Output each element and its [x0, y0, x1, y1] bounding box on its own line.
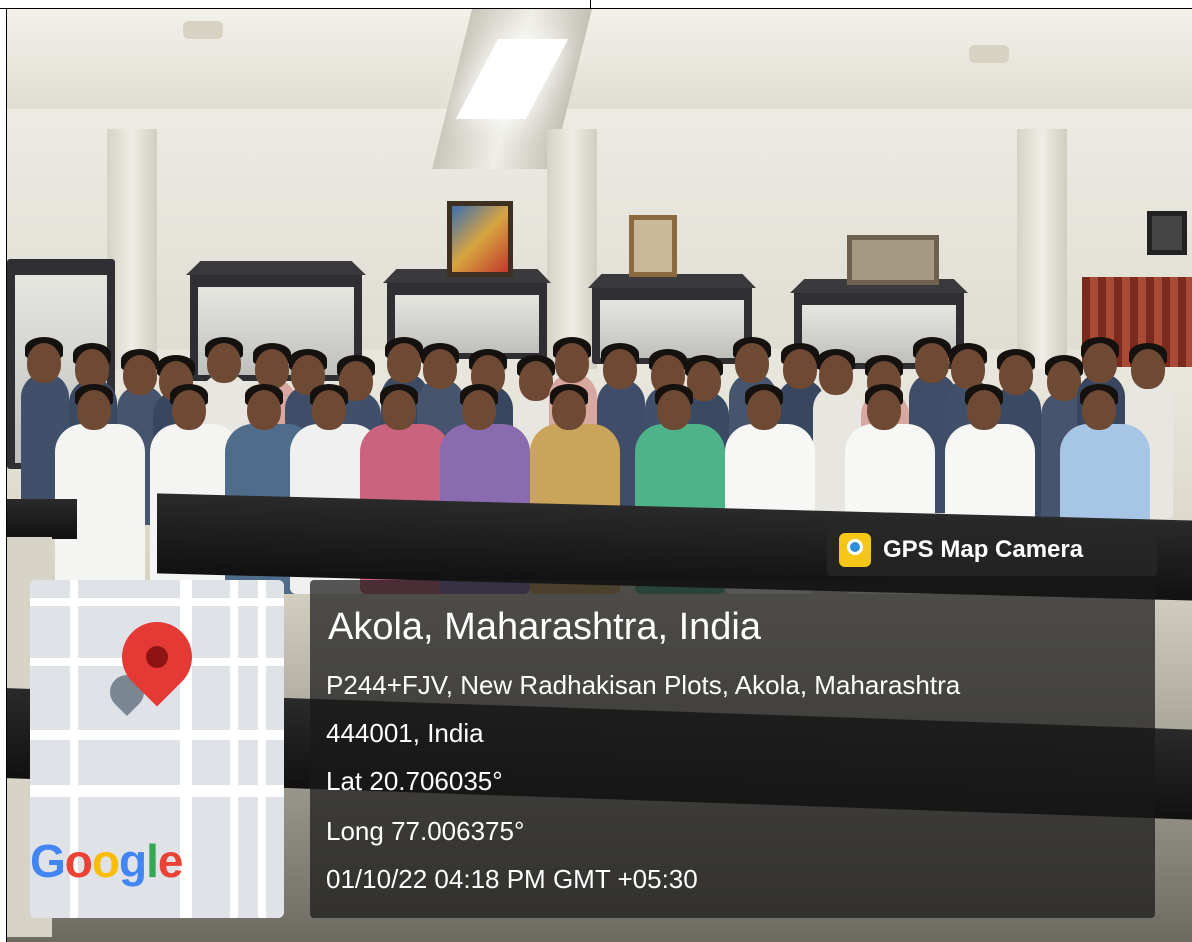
ceiling-fan-right [969, 45, 1009, 63]
longitude: Long 77.006375° [326, 816, 525, 846]
lab-bench-left [7, 499, 77, 539]
document-border-tick [590, 0, 591, 9]
google-logo: Google [30, 835, 183, 887]
address-line-2: 444001, India [326, 718, 484, 748]
location-info-panel: Akola, Maharashtra, India P244+FJV, New … [310, 580, 1155, 918]
ceiling-fan-left [183, 21, 223, 39]
address-line-1: P244+FJV, New Radhakisan Plots, Akola, M… [326, 670, 961, 700]
wall-clock [1147, 211, 1187, 255]
gps-map-camera-icon [839, 533, 871, 567]
location-pin-dot [146, 646, 168, 668]
wall-frame [629, 215, 677, 277]
place-name: Akola, Maharashtra, India [328, 606, 762, 648]
gps-map-camera-badge: GPS Map Camera [827, 524, 1157, 576]
wall-chart [847, 235, 939, 285]
latitude: Lat 20.706035° [326, 766, 503, 796]
badge-title: GPS Map Camera [883, 536, 1084, 563]
wall-painting [447, 201, 513, 277]
map-thumbnail: Google [30, 580, 284, 918]
date-time: 01/10/22 04:18 PM GMT +05:30 [326, 864, 698, 894]
